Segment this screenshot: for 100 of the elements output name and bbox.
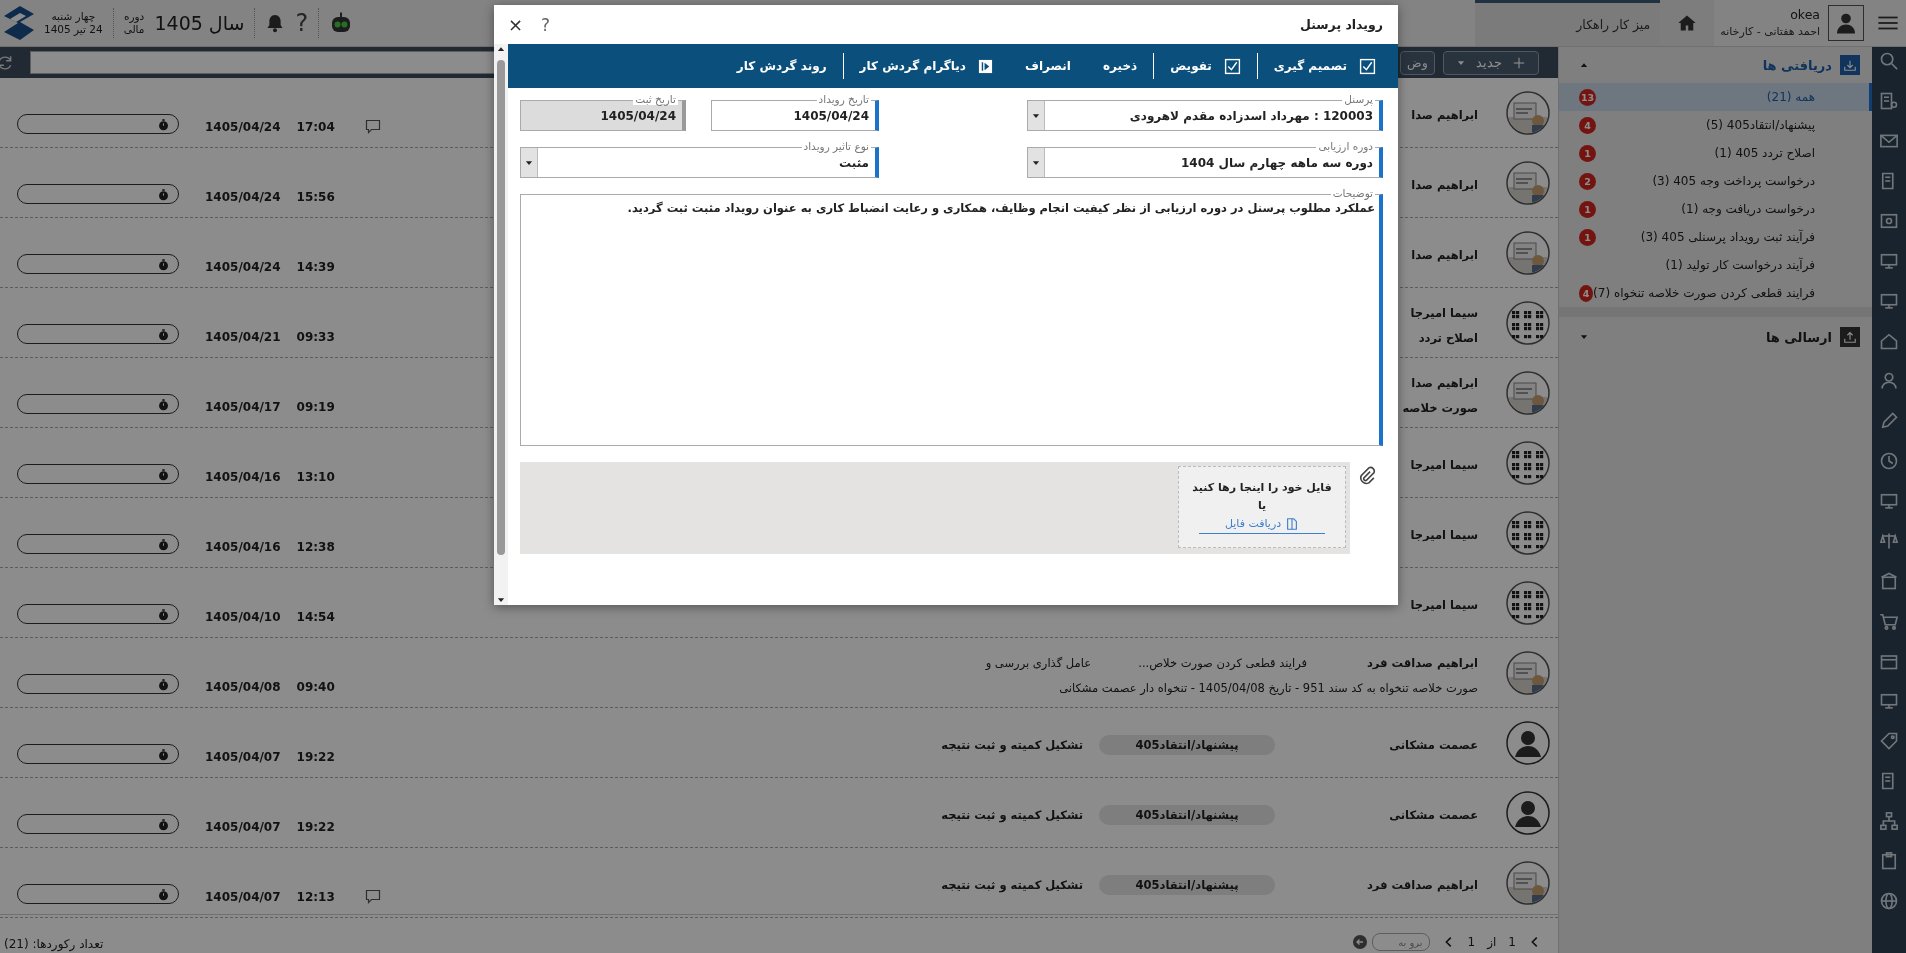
- pen-icon[interactable]: [1879, 411, 1899, 431]
- row-subtitle: اصلاح تردد: [1418, 330, 1478, 347]
- toolbar-button[interactable]: انصراف: [1009, 59, 1087, 73]
- row-date: 1405/04/07: [205, 820, 281, 834]
- page-of: از: [1487, 935, 1497, 949]
- help-button[interactable]: ?: [541, 14, 551, 35]
- person-icon[interactable]: [1879, 371, 1899, 391]
- file-icon: [1285, 516, 1300, 531]
- drop-area[interactable]: فایل خود را اینجا رها کنید یا دریافت فایل: [520, 462, 1350, 554]
- count-badge: 1: [1579, 200, 1596, 218]
- monitor-icon[interactable]: [1879, 251, 1899, 271]
- date-text: 24 تیر 1405: [44, 23, 103, 36]
- upload-icon: [1843, 330, 1857, 344]
- new-button[interactable]: جدید: [1443, 50, 1539, 75]
- safe-icon[interactable]: [1879, 211, 1899, 231]
- stopwatch-icon: [157, 817, 170, 831]
- clipboard-icon[interactable]: [1879, 851, 1899, 871]
- upload-link[interactable]: دریافت فایل: [1198, 516, 1326, 534]
- monitor-icon[interactable]: [1879, 291, 1899, 311]
- row-date: 1405/04/16: [205, 540, 281, 554]
- sender-name: ابراهیم صدا: [1411, 247, 1478, 262]
- stopwatch-icon: [157, 887, 170, 901]
- count-badge: 2: [1579, 172, 1596, 190]
- workspace-tab[interactable]: میز کار راهکار: [1475, 0, 1661, 46]
- count-badge: 4: [1579, 284, 1594, 302]
- scrollbar[interactable]: [494, 44, 508, 605]
- process-tag: پیشنهاد/انتقاد405: [1099, 874, 1275, 895]
- sender-name: ابراهیم صدا: [1411, 107, 1478, 122]
- row-subtitle: صورت خلاصه تنخواه به کد سند 951 - تاریخ 1405/04/08 - تنخواه دار عصمت مشکانی: [1059, 680, 1478, 697]
- sender-name: عصمت مشکانی: [1389, 737, 1478, 752]
- sender-name: ابراهیم صداقت فرد: [1366, 655, 1478, 670]
- globe-icon[interactable]: [1879, 891, 1899, 911]
- person-avatar: [1506, 720, 1550, 765]
- row-date: 1405/04/07: [205, 750, 281, 764]
- toolbar-button[interactable]: ذخیره: [1087, 59, 1154, 73]
- toolbar-button[interactable]: تفویض: [1154, 57, 1257, 75]
- house-icon[interactable]: [1879, 331, 1899, 351]
- toolbar-button[interactable]: تصمیم گیری: [1257, 57, 1392, 75]
- user-subtitle: احمد هفتانی - کارخانه: [1720, 24, 1820, 40]
- toolbar-button[interactable]: روند گردش کار: [720, 59, 843, 73]
- building-icon[interactable]: [1879, 571, 1899, 591]
- person-avatar: [1506, 790, 1550, 835]
- person-icon: [1834, 11, 1858, 35]
- row-time: 13:10: [296, 470, 335, 484]
- step-name: تشکیل کمیته و ثبت نتیجه: [941, 807, 1083, 822]
- stopwatch-icon: [157, 117, 170, 131]
- house-icon: [1677, 13, 1698, 33]
- fiscal-year[interactable]: سال 1405: [154, 12, 245, 34]
- stopwatch-icon: [157, 467, 170, 481]
- row-date: 1405/04/24: [205, 260, 281, 274]
- toolbar-button[interactable]: وض: [1400, 50, 1435, 75]
- fiscal-label: مالی: [123, 23, 145, 36]
- page-input[interactable]: برو به: [1371, 933, 1430, 951]
- user-avatar[interactable]: [1828, 5, 1864, 41]
- close-button[interactable]: ×: [508, 14, 524, 35]
- go-icon[interactable]: [1351, 934, 1368, 950]
- sender-name: سیما امیرجا: [1410, 457, 1478, 472]
- row-time: 14:54: [296, 610, 335, 624]
- stopwatch-icon: [157, 607, 170, 621]
- toolbar-button[interactable]: دیاگرام گردش کار: [843, 58, 1009, 74]
- pattern-avatar: [1506, 300, 1550, 345]
- pattern-avatar: [1506, 510, 1550, 555]
- field-label: دوره ارزیابی: [1316, 140, 1375, 152]
- monitor-icon[interactable]: [1879, 491, 1899, 511]
- checkbox-icon: [1223, 57, 1241, 75]
- sender-name: ابراهیم صداقت فرد: [1366, 877, 1478, 892]
- list-icon[interactable]: [1879, 91, 1899, 111]
- row-date: 1405/04/10: [205, 610, 281, 624]
- download-icon: [1843, 58, 1857, 72]
- monitor-icon[interactable]: [1879, 691, 1899, 711]
- drop-zone[interactable]: فایل خود را اینجا رها کنید یا دریافت فایل: [1178, 466, 1346, 548]
- process-name: فرایند قطعی کردن صورت خلاص...: [1137, 655, 1307, 670]
- pattern-avatar: [1506, 440, 1550, 485]
- step-name: تشکیل کمیته و ثبت نتیجه: [941, 877, 1083, 892]
- cart-icon[interactable]: [1879, 611, 1899, 631]
- record-count: تعداد رکوردها: (21): [4, 937, 104, 951]
- page-number: 1: [1467, 935, 1476, 949]
- stopwatch-icon: [157, 327, 170, 341]
- comment-icon[interactable]: [364, 889, 381, 904]
- logo-icon[interactable]: [4, 6, 34, 40]
- home-button[interactable]: [1660, 0, 1715, 46]
- scale-icon[interactable]: [1879, 531, 1899, 551]
- network-icon[interactable]: [1879, 811, 1899, 831]
- help-button[interactable]: ?: [295, 9, 309, 37]
- comment-icon[interactable]: [364, 119, 381, 134]
- count-badge: 13: [1579, 88, 1596, 106]
- count-badge: 4: [1579, 116, 1596, 134]
- search-icon[interactable]: [1879, 51, 1899, 71]
- sender-name: سیما امیرجا: [1410, 597, 1478, 612]
- clock-icon[interactable]: [1879, 451, 1899, 471]
- sender-name: سیما امیرجا: [1410, 305, 1478, 320]
- tag-icon[interactable]: [1879, 731, 1899, 751]
- field-label: تاریخ ثبت: [633, 93, 678, 105]
- folder-item[interactable]: فرآیند درخواست کار تولید (1): [1559, 251, 1872, 279]
- refresh-icon[interactable]: [0, 53, 14, 72]
- row-time: 09:40: [296, 680, 335, 694]
- process-tag: پیشنهاد/انتقاد405: [1099, 804, 1275, 825]
- step-name: عامل گذاری بررسی و: [985, 655, 1091, 670]
- field-label: تاریخ رویداد: [816, 93, 871, 105]
- count-badge: 1: [1579, 228, 1596, 246]
